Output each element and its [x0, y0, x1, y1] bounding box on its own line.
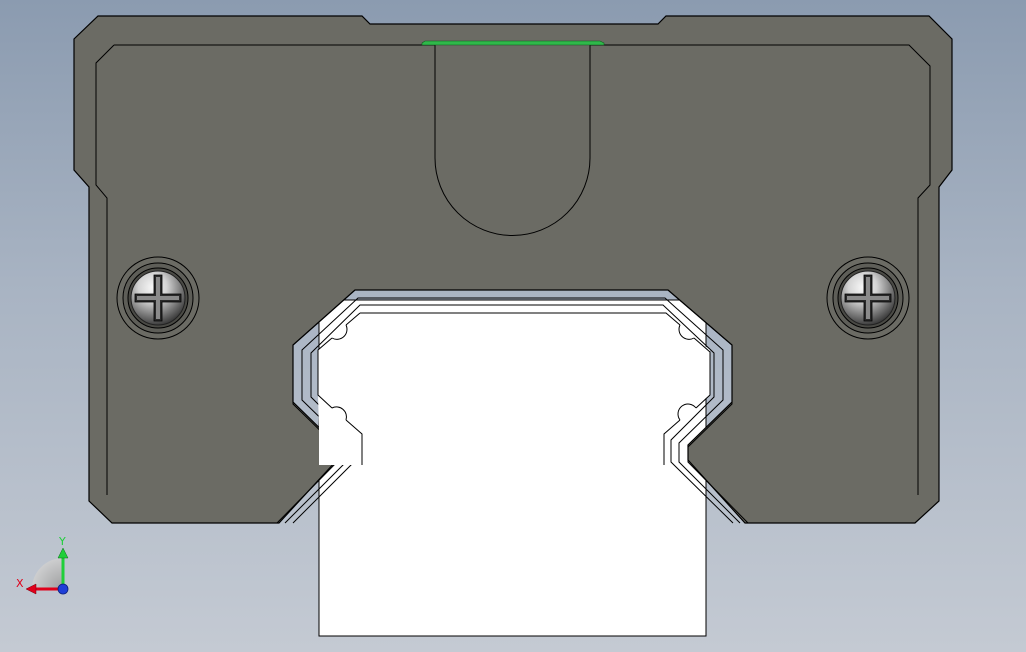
axis-y-label: Y	[58, 535, 66, 548]
left-screw	[116, 256, 200, 340]
linear-guide-drawing: Y X	[16, 15, 953, 637]
top-seal-strip	[421, 40, 605, 46]
rail-head-profile	[318, 313, 710, 465]
cad-viewport[interactable]: Y X	[0, 0, 1026, 652]
right-screw	[826, 256, 910, 340]
top-slot	[434, 45, 591, 236]
axis-x-label: X	[16, 577, 24, 590]
coordinate-triad-icon[interactable]: Y X	[16, 535, 69, 595]
